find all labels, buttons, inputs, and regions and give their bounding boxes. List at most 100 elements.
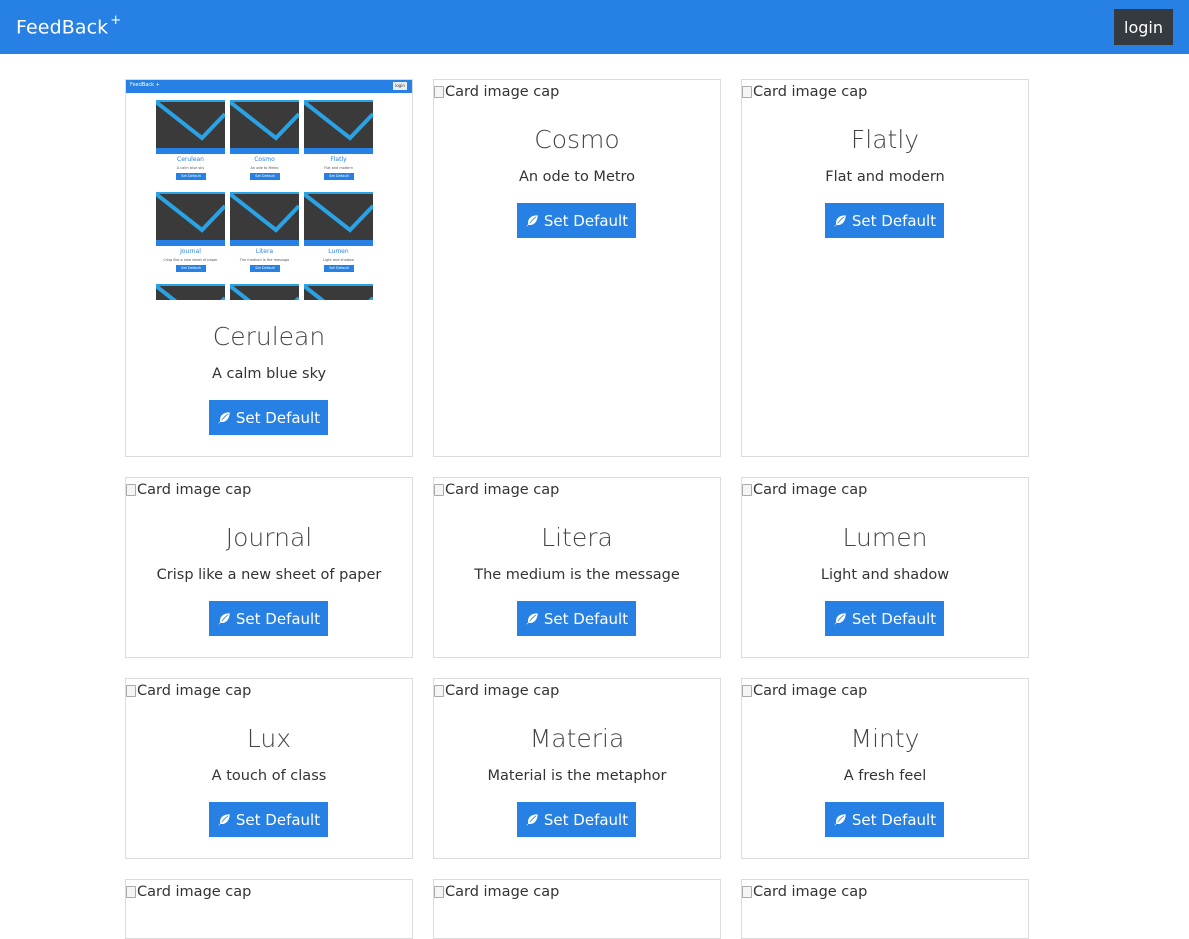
broken-image-icon: [434, 484, 444, 496]
card-image: Card image cap: [742, 683, 867, 699]
login-button[interactable]: login: [1114, 9, 1173, 45]
preview-card-text: Crisp like a new sheet of paper: [163, 258, 218, 262]
preview-card-image: [304, 284, 373, 300]
set-default-label[interactable]: Set Default: [852, 610, 936, 628]
card-text: A touch of class: [211, 768, 327, 784]
set-default-button[interactable]: Set Default: [517, 203, 636, 238]
preview-card-image: [156, 192, 225, 240]
card-image: Card image cap: [742, 482, 867, 498]
preview-card-button: Set Default: [176, 173, 206, 180]
preview-card-image: [304, 192, 373, 240]
theme-card-litera: Card image cap Litera The medium is the me…: [433, 477, 721, 658]
preview-card-title: Cerulean: [177, 156, 204, 163]
card-image-alt: Card image cap: [445, 482, 560, 498]
set-default-label[interactable]: Set Default: [852, 212, 936, 230]
leaf-icon: [833, 214, 847, 228]
card-image: Card image cap: [434, 84, 559, 100]
set-default-button[interactable]: Set Default: [825, 601, 944, 636]
set-default-button[interactable]: Set Default: [209, 601, 328, 636]
preview-card-image: [304, 100, 373, 148]
card-title: Lux: [246, 724, 292, 753]
set-default-button[interactable]: Set Default: [209, 802, 328, 837]
preview-card-button: Set Default: [324, 173, 354, 180]
broken-image-icon: [742, 86, 752, 98]
preview-card-text: Flat and modern: [324, 166, 353, 170]
set-default-label[interactable]: Set Default: [544, 610, 628, 628]
leaf-icon: [525, 214, 539, 228]
preview-card-text: The medium is the message: [239, 258, 290, 262]
preview-card-band: [304, 148, 373, 154]
card-image-alt: Card image cap: [137, 683, 252, 699]
leaf-icon: [217, 411, 231, 425]
brand-plus: +: [110, 13, 122, 28]
set-default-label[interactable]: Set Default: [544, 811, 628, 829]
theme-card-cerulean: FeedBack + login Cerulean A calm blue sky…: [125, 79, 413, 457]
card-image-alt: Card image cap: [137, 482, 252, 498]
card-text: Crisp like a new sheet of paper: [156, 567, 382, 583]
brand-text[interactable]: FeedBack: [16, 16, 108, 38]
preview-card-button: Set Default: [176, 265, 206, 272]
card-title: Cerulean: [212, 322, 326, 351]
card-image: Card image cap: [126, 683, 251, 699]
card-text: Light and shadow: [820, 567, 950, 583]
card-title: Lumen: [842, 523, 928, 552]
preview-card-button: Set Default: [324, 265, 354, 272]
preview-navbar: FeedBack + login: [126, 80, 412, 93]
card-title: Flatly: [850, 125, 920, 154]
card-image-alt: Card image cap: [445, 84, 560, 100]
leaf-icon: [525, 612, 539, 626]
set-default-button[interactable]: Set Default: [209, 400, 328, 435]
card-image-alt: Card image cap: [445, 884, 560, 900]
card-title: Journal: [225, 523, 313, 552]
preview-card-image: [156, 100, 225, 148]
set-default-label[interactable]: Set Default: [236, 811, 320, 829]
card-image: FeedBack + login Cerulean A calm blue sky…: [126, 80, 412, 300]
set-default-button[interactable]: Set Default: [517, 601, 636, 636]
broken-image-icon: [742, 886, 752, 898]
set-default-label[interactable]: Set Default: [852, 811, 936, 829]
broken-image-icon: [434, 86, 444, 98]
set-default-button[interactable]: Set Default: [825, 203, 944, 238]
set-default-label[interactable]: Set Default: [236, 610, 320, 628]
preview-card-band: [156, 148, 225, 154]
leaf-icon: [833, 612, 847, 626]
theme-card-lux: Card image cap Lux A touch of class Set Def…: [125, 678, 413, 859]
preview-card-image: [230, 284, 299, 300]
card-text: An ode to Metro: [518, 169, 636, 185]
broken-image-icon: [126, 886, 136, 898]
preview-card-button: Set Default: [250, 265, 280, 272]
leaf-icon: [217, 612, 231, 626]
card-image: Card image cap: [742, 84, 867, 100]
preview-card-band: [230, 240, 299, 246]
set-default-label[interactable]: Set Default: [544, 212, 628, 230]
set-default-label[interactable]: Set Default: [236, 409, 320, 427]
preview-card-title: Lumen: [328, 248, 349, 255]
theme-card-placeholder: Card image cap: [125, 879, 413, 939]
preview-card-image: [156, 284, 225, 300]
set-default-button[interactable]: Set Default: [825, 802, 944, 837]
broken-image-icon: [126, 484, 136, 496]
preview-card-button: Set Default: [250, 173, 280, 180]
preview-card-band: [230, 148, 299, 154]
card-image-alt: Card image cap: [445, 683, 560, 699]
card-image-alt: Card image cap: [753, 884, 868, 900]
preview-card-text: Light and shadow: [323, 258, 354, 262]
theme-card-journal: Card image cap Journal Crisp like a new sh…: [125, 477, 413, 658]
theme-card-cosmo: Card image cap Cosmo An ode to Metro Set De…: [433, 79, 721, 457]
set-default-button[interactable]: Set Default: [517, 802, 636, 837]
preview-card-band: [156, 240, 225, 246]
card-image-alt: Card image cap: [753, 683, 868, 699]
card-image: Card image cap: [434, 884, 559, 900]
navbar: FeedBack + login: [0, 0, 1189, 54]
preview-card-text: An ode to Metro: [250, 166, 279, 170]
card-text: The medium is the message: [474, 567, 680, 583]
card-text: A fresh feel: [843, 768, 927, 784]
card-title: Minty: [850, 724, 920, 753]
preview-card-band: [304, 240, 373, 246]
card-text: A calm blue sky: [211, 366, 327, 382]
brand-logo[interactable]: FeedBack +: [16, 13, 122, 38]
card-title: Cosmo: [534, 125, 620, 154]
preview-login: login: [393, 82, 407, 90]
card-image-alt: Card image cap: [753, 84, 868, 100]
broken-image-icon: [434, 685, 444, 697]
